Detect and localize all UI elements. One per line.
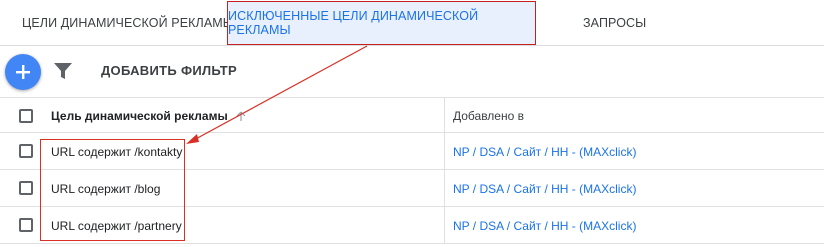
tab-excluded-dynamic-ad-targets[interactable]: ИСКЛЮЧЕННЫЕ ЦЕЛИ ДИНАМИЧЕСКОЙ РЕКЛАМЫ (227, 1, 536, 45)
arrow-up-icon (236, 111, 246, 121)
select-all-checkbox[interactable] (19, 109, 33, 123)
row-checkbox[interactable] (19, 144, 33, 158)
column-header-added-to[interactable]: Добавлено в (453, 109, 524, 123)
tab-bar: ЦЕЛИ ДИНАМИЧЕСКОЙ РЕКЛАМЫ ИСКЛЮЧЕННЫЕ ЦЕ… (0, 0, 824, 46)
tab-dynamic-ad-targets[interactable]: ЦЕЛИ ДИНАМИЧЕСКОЙ РЕКЛАМЫ (22, 0, 234, 45)
column-divider (444, 98, 445, 132)
row-checkbox[interactable] (19, 218, 33, 232)
add-button[interactable] (5, 54, 41, 90)
added-to-link[interactable]: NP / DSA / Сайт / НН - (MAXclick) (453, 182, 636, 196)
tab-search-terms[interactable]: ЗАПРОСЫ (583, 0, 646, 45)
column-header-target[interactable]: Цель динамической рекламы (51, 109, 246, 123)
add-filter-button[interactable]: ДОБАВИТЬ ФИЛЬТР (101, 63, 237, 78)
column-divider (444, 207, 445, 243)
filter-icon[interactable] (53, 62, 73, 80)
table-header-row: Цель динамической рекламы Добавлено в (0, 97, 824, 133)
row-checkbox[interactable] (19, 181, 33, 195)
column-divider (444, 133, 445, 169)
added-to-link[interactable]: NP / DSA / Сайт / НН - (MAXclick) (453, 219, 636, 233)
added-to-link[interactable]: NP / DSA / Сайт / НН - (MAXclick) (453, 145, 636, 159)
column-divider (444, 170, 445, 206)
annotation-highlight-box (40, 139, 185, 241)
column-header-target-label: Цель динамической рекламы (51, 109, 228, 123)
plus-icon (16, 65, 30, 79)
